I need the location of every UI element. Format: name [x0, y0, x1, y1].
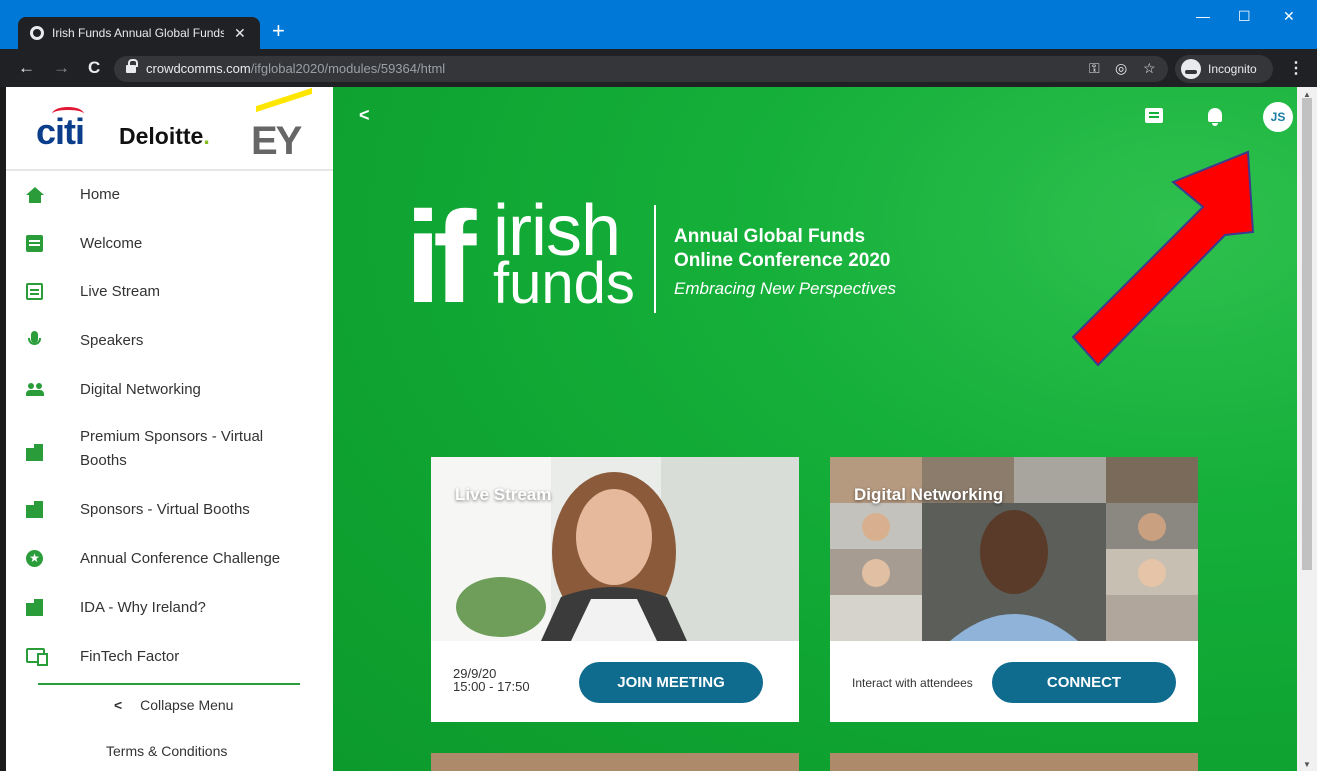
sidebar-item-label: Welcome [80, 235, 143, 252]
scroll-up-icon[interactable]: ▲ [1303, 90, 1311, 99]
url-text[interactable]: crowdcomms.com/ifglobal2020/modules/5936… [146, 61, 445, 76]
tab-title: Irish Funds Annual Global Funds [52, 26, 224, 40]
building-icon [26, 444, 43, 461]
fintech-icon [26, 648, 48, 666]
new-tab-button[interactable]: + [272, 20, 285, 42]
star-bookmark-icon[interactable]: ☆ [1143, 60, 1156, 77]
home-icon [26, 187, 44, 204]
sidebar-item-welcome[interactable]: Welcome [6, 232, 333, 256]
people-icon [26, 383, 44, 396]
card-title: Digital Networking [854, 485, 1004, 504]
sidebar-item-live-stream[interactable]: Live Stream [6, 280, 333, 304]
sidebar-item-digital-networking[interactable]: Digital Networking [6, 378, 333, 402]
sidebar-item-conference-challenge[interactable]: ★ Annual Conference Challenge [6, 547, 333, 571]
sidebar-item-label: FinTech Factor [80, 648, 180, 665]
sidebar-item-label: Premium Sponsors - Virtual Booths [80, 428, 264, 469]
collapse-menu-button[interactable]: < Collapse Menu [114, 697, 233, 713]
session-datetime: 29/9/20 15:00 - 17:50 [453, 666, 530, 694]
back-chevron-icon[interactable]: < [359, 105, 370, 126]
sidebar-divider [38, 683, 300, 685]
bell-icon[interactable] [1208, 108, 1222, 126]
globe-icon [30, 26, 44, 40]
sidebar-item-label: Speakers [80, 332, 144, 349]
message-icon [26, 235, 43, 252]
deloitte-logo: Deloitte. [119, 123, 210, 149]
next-card-preview[interactable] [431, 753, 799, 771]
sidebar-item-label: Home [80, 186, 121, 203]
digital-networking-image: Digital Networking [830, 457, 1198, 641]
live-stream-image: Live Stream [431, 457, 799, 641]
city-icon [26, 599, 43, 616]
maximize-icon[interactable]: ☐ [1238, 8, 1251, 25]
sidebar-item-premium-sponsors[interactable]: Premium Sponsors - Virtual Booths [6, 425, 333, 473]
digital-networking-card[interactable]: Digital Networking Interact with attende… [830, 457, 1198, 722]
main-content: < JS if irish funds Annual Global Funds … [333, 87, 1297, 771]
minimize-icon[interactable]: — [1196, 8, 1210, 24]
scroll-down-icon[interactable]: ▼ [1303, 760, 1311, 769]
sponsor-logos: citi Deloitte. EY [6, 87, 333, 171]
sidebar-item-label: Annual Conference Challenge [80, 550, 281, 567]
incognito-icon [1181, 59, 1201, 79]
ey-beam-icon [256, 87, 312, 113]
key-icon[interactable]: ⚿ [1089, 60, 1100, 77]
sidebar-item-label: IDA - Why Ireland? [80, 599, 206, 616]
avatar[interactable]: JS [1263, 102, 1293, 132]
collapse-menu-label: Collapse Menu [140, 697, 234, 713]
chat-icon[interactable] [1145, 108, 1163, 123]
card-subtitle: Interact with attendees [852, 676, 973, 690]
sidebar-item-label: Digital Networking [80, 381, 201, 398]
sidebar-item-label: Live Stream [80, 283, 161, 300]
terms-link[interactable]: Terms & Conditions [106, 743, 227, 759]
sidebar: citi Deloitte. EY Home Welcome Live Stre… [6, 87, 333, 771]
conference-title: Annual Global Funds Online Conference 20… [674, 226, 891, 271]
join-meeting-button[interactable]: JOIN MEETING [579, 662, 763, 703]
back-arrow-icon[interactable]: ← [18, 58, 35, 78]
sidebar-item-ida[interactable]: IDA - Why Ireland? [6, 596, 333, 620]
window-close-icon[interactable]: ✕ [1283, 8, 1295, 25]
card-title: Live Stream [455, 485, 552, 504]
browser-tab-bar: Irish Funds Annual Global Funds ✕ + — ☐ … [0, 0, 1317, 49]
browser-tab[interactable]: Irish Funds Annual Global Funds ✕ [18, 17, 260, 49]
sidebar-item-label: Sponsors - Virtual Booths [80, 501, 250, 518]
connect-button[interactable]: CONNECT [992, 662, 1176, 703]
eye-off-icon[interactable]: ◎ [1115, 60, 1127, 77]
tab-close-icon[interactable]: ✕ [234, 25, 246, 42]
building-icon [26, 501, 43, 518]
next-card-preview[interactable] [830, 753, 1198, 771]
incognito-label: Incognito [1208, 62, 1257, 76]
red-arrow-icon [1071, 150, 1255, 367]
sidebar-item-fintech[interactable]: FinTech Factor [6, 645, 333, 669]
forward-arrow-icon[interactable]: → [53, 58, 70, 78]
microphone-stand-icon [28, 338, 41, 345]
logo-divider [654, 205, 656, 313]
scrollbar-thumb[interactable] [1302, 98, 1312, 570]
calendar-icon [26, 283, 43, 300]
conference-tagline: Embracing New Perspectives [674, 279, 897, 298]
browser-menu-icon[interactable]: ⋮ [1288, 58, 1304, 78]
if-logo: if [405, 184, 476, 330]
citi-arc-icon [52, 107, 84, 121]
reload-icon[interactable]: C [88, 58, 100, 78]
sidebar-item-speakers[interactable]: Speakers [6, 329, 333, 353]
incognito-badge[interactable]: Incognito [1175, 55, 1273, 83]
sidebar-item-sponsors[interactable]: Sponsors - Virtual Booths [6, 498, 333, 522]
logo-funds: funds [493, 251, 635, 316]
live-stream-card[interactable]: Live Stream 29/9/20 15:00 - 17:50 JOIN M… [431, 457, 799, 722]
lock-icon [126, 59, 138, 75]
ey-logo: EY [251, 119, 302, 163]
sidebar-item-home[interactable]: Home [6, 183, 333, 207]
star-icon: ★ [26, 550, 43, 567]
chevron-left-icon: < [114, 697, 123, 713]
